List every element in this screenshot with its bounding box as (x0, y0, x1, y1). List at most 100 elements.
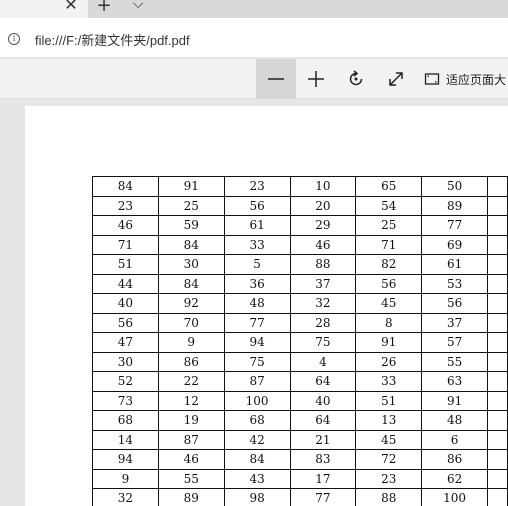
table-cell: 23 (93, 196, 159, 216)
table-cell: 68 (93, 411, 159, 431)
table-cell: 55 (158, 469, 224, 489)
table-cell-clipped (488, 469, 508, 489)
table-cell: 100 (422, 489, 488, 506)
table-cell: 91 (422, 391, 488, 411)
fullscreen-button[interactable] (376, 59, 416, 99)
table-cell: 9 (158, 333, 224, 353)
table-cell: 26 (356, 352, 422, 372)
table-cell: 91 (158, 177, 224, 197)
table-cell: 4 (290, 352, 356, 372)
table-cell: 61 (224, 216, 290, 236)
table-cell: 45 (356, 294, 422, 314)
table-cell: 71 (356, 235, 422, 255)
pdf-viewer[interactable]: 8491231065502325562054894659612925777184… (0, 100, 508, 495)
minus-icon (266, 69, 286, 89)
table-cell: 56 (224, 196, 290, 216)
table-cell: 40 (93, 294, 159, 314)
table-cell: 40 (290, 391, 356, 411)
table-row: 232556205489 (93, 196, 508, 216)
table-cell: 51 (93, 255, 159, 275)
table-cell: 50 (422, 177, 488, 197)
table-cell: 64 (290, 372, 356, 392)
table-cell: 54 (356, 196, 422, 216)
address-bar: i file:///F:/新建文件夹/pdf.pdf (0, 18, 508, 58)
fit-page-icon (424, 71, 440, 87)
table-cell: 46 (290, 235, 356, 255)
table-cell: 63 (422, 372, 488, 392)
table-cell: 46 (158, 450, 224, 470)
table-row: 30867542655 (93, 352, 508, 372)
table-row: 448436375653 (93, 274, 508, 294)
table-cell: 9 (93, 469, 159, 489)
table-cell: 83 (290, 450, 356, 470)
table-cell: 53 (422, 274, 488, 294)
table-cell: 84 (158, 274, 224, 294)
table-cell: 70 (158, 313, 224, 333)
table-cell: 59 (158, 216, 224, 236)
table-row: 47994759157 (93, 333, 508, 353)
table-cell: 48 (224, 294, 290, 314)
active-tab[interactable]: ✕ (0, 0, 88, 18)
zoom-in-button[interactable] (296, 59, 336, 99)
table-cell: 64 (290, 411, 356, 431)
table-cell-clipped (488, 274, 508, 294)
table-cell: 87 (224, 372, 290, 392)
table-cell: 36 (224, 274, 290, 294)
table-cell: 30 (158, 255, 224, 275)
table-row: 3289987788100 (93, 489, 508, 506)
tab-list-chevron-icon[interactable]: ⌵ (128, 0, 148, 14)
table-cell-clipped (488, 255, 508, 275)
table-cell: 32 (290, 294, 356, 314)
table-cell: 42 (224, 430, 290, 450)
table-cell: 14 (93, 430, 159, 450)
table-cell: 77 (422, 216, 488, 236)
table-cell: 32 (93, 489, 159, 506)
table-cell: 45 (356, 430, 422, 450)
table-cell-clipped (488, 411, 508, 431)
table-cell: 48 (422, 411, 488, 431)
table-cell-clipped (488, 391, 508, 411)
table-cell: 33 (224, 235, 290, 255)
fit-page-button[interactable]: 适应页面大 (424, 59, 508, 99)
table-cell: 33 (356, 372, 422, 392)
table-row: 7312100405191 (93, 391, 508, 411)
table-cell: 89 (422, 196, 488, 216)
table-cell: 65 (356, 177, 422, 197)
table-cell: 86 (158, 352, 224, 372)
expand-icon (386, 69, 406, 89)
table-cell: 19 (158, 411, 224, 431)
table-cell: 52 (93, 372, 159, 392)
table-cell: 25 (356, 216, 422, 236)
table-row: 849123106550 (93, 177, 508, 197)
url-field[interactable]: file:///F:/新建文件夹/pdf.pdf (35, 30, 190, 49)
table-cell: 73 (93, 391, 159, 411)
table-row: 51305888261 (93, 255, 508, 275)
pdf-toolbar: 适应页面大 (0, 59, 508, 99)
table-cell: 22 (158, 372, 224, 392)
table-row: 944684837286 (93, 450, 508, 470)
table-cell: 94 (93, 450, 159, 470)
table-cell-clipped (488, 372, 508, 392)
close-tab-icon[interactable]: ✕ (62, 0, 80, 14)
table-cell: 92 (158, 294, 224, 314)
table-cell: 77 (224, 313, 290, 333)
tab-strip: ✕ + ⌵ (0, 0, 508, 18)
table-cell-clipped (488, 489, 508, 506)
info-icon[interactable]: i (8, 33, 20, 45)
table-cell: 91 (356, 333, 422, 353)
zoom-out-button[interactable] (256, 59, 296, 99)
table-cell: 25 (158, 196, 224, 216)
table-cell: 29 (290, 216, 356, 236)
table-cell-clipped (488, 177, 508, 197)
table-cell: 86 (422, 450, 488, 470)
rotate-button[interactable] (336, 59, 376, 99)
new-tab-icon[interactable]: + (94, 0, 114, 16)
table-cell: 43 (224, 469, 290, 489)
pdf-page: 8491231065502325562054894659612925777184… (25, 106, 508, 506)
table-cell: 57 (422, 333, 488, 353)
table-cell-clipped (488, 333, 508, 353)
table-cell: 72 (356, 450, 422, 470)
table-cell-clipped (488, 196, 508, 216)
table-cell: 77 (290, 489, 356, 506)
table-cell: 89 (158, 489, 224, 506)
